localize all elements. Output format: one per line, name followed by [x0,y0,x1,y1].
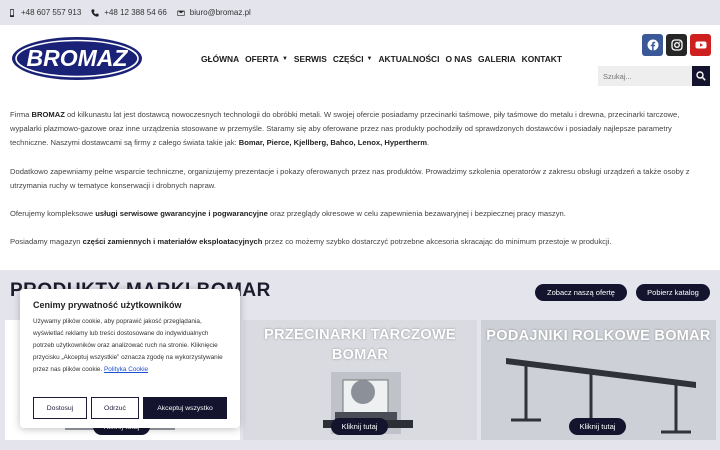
parts-highlight: części zamiennych i materiałów eksploata… [82,237,263,247]
cookie-title: Cenimy prywatność użytkowników [33,300,182,310]
contact-email[interactable]: biuro@bromaz.pl [177,8,251,17]
chevron-down-icon: ▼ [281,56,288,62]
nav-item-aktualnosci[interactable]: AKTUALNOŚCI [378,54,439,64]
search-input[interactable] [598,66,692,86]
product-card-3[interactable]: PODAJNIKI ROLKOWE BOMAR Kliknij tutaj [481,320,716,440]
nav-label: OFERTA [245,54,279,64]
phone-icon [91,8,99,17]
reject-button[interactable]: Odrzuć [91,397,139,419]
cookie-consent-dialog: Cenimy prywatność użytkowników Używamy p… [20,289,240,428]
intro-text: Firma BROMAZ od kilkunastu lat jest dost… [10,108,710,263]
nav-item-o-nas[interactable]: O NAS [445,54,472,64]
youtube-icon [695,41,706,49]
top-contact-bar: +48 607 557 913 +48 12 388 54 66 biuro@b… [0,0,720,25]
supplier-brands: Bomar, Pierce, Kjellberg, Bahco, Lenox, … [238,138,427,148]
chevron-down-icon: ▼ [366,56,373,62]
search-icon [696,71,706,81]
facebook-button[interactable] [642,34,663,56]
intro-paragraph-3: Oferujemy kompleksowe usługi serwisowe g… [10,207,710,221]
text-span: Posiadamy magazyn [10,237,83,247]
cookie-text: Używamy plików cookie, aby poprawić jako… [33,318,223,373]
contact-phone-1[interactable]: +48 607 557 913 [8,8,81,17]
service-highlight: usługi serwisowe gwarancyjne i pogwaranc… [95,209,268,219]
search-button[interactable] [692,66,710,86]
contact-phone-2[interactable]: +48 12 388 54 66 [91,8,167,17]
nav-item-galeria[interactable]: GALERIA [478,54,516,64]
customize-button[interactable]: Dostosuj [33,397,87,419]
youtube-button[interactable] [690,34,711,56]
nav-label: SERWIS [293,54,327,64]
nav-item-oferta[interactable]: OFERTA ▼ [245,54,288,64]
cookie-buttons: Dostosuj Odrzuć Akceptuj wszystko [33,397,231,419]
text-span: przez co możemy szybko dostarczyć potrze… [262,237,612,247]
nav-label: CZĘŚCI [332,54,364,64]
product-card-2[interactable]: PRZECINARKI TARCZOWE BOMAR Kliknij tutaj [243,320,477,440]
nav-item-serwis[interactable]: SERWIS [294,54,327,64]
see-offer-button[interactable]: Zobacz naszą ofertę [535,284,627,301]
instagram-button[interactable] [666,34,687,56]
card-2-button[interactable]: Kliknij tutaj [331,418,388,435]
nav-item-kontakt[interactable]: KONTAKT [522,54,562,64]
logo-text: BROMAZ [27,45,129,71]
facebook-icon [647,39,658,51]
text-span: oraz przeglądy okresowe w celu zapewnien… [267,209,566,219]
nav-label: GALERIA [477,54,516,64]
nav-label: KONTAKT [521,54,562,64]
text-span: Oferujemy kompleksowe [10,209,96,219]
intro-paragraph-4: Posiadamy magazyn części zamiennych i ma… [10,235,710,249]
cookie-description: Używamy plików cookie, aby poprawić jako… [33,316,227,376]
card-3-button[interactable]: Kliknij tutaj [569,418,626,435]
instagram-icon [670,39,683,51]
text-span: Firma [10,110,32,119]
phone-1-text: +48 607 557 913 [21,8,82,17]
bromaz-logo[interactable]: BROMAZ [10,35,144,82]
card-2-title: PRZECINARKI TARCZOWE BOMAR [264,327,456,363]
nav-label: GŁÓWNA [201,54,240,64]
social-links [642,34,711,56]
download-catalog-button[interactable]: Pobierz katalog [636,284,710,301]
text-span: . [426,138,430,148]
main-nav: GŁÓWNA OFERTA ▼ SERWIS CZĘŚCI ▼ AKTUALNOŚC… [201,54,568,64]
card-3-title: PODAJNIKI ROLKOWE BOMAR [486,328,711,344]
accept-all-button[interactable]: Akceptuj wszystko [143,397,227,419]
nav-label: O NAS [445,54,472,64]
nav-item-glowna[interactable]: GŁÓWNA [201,54,239,64]
mobile-phone-icon [10,8,14,17]
phone-2-text: +48 12 388 54 66 [104,8,167,17]
envelope-icon [177,10,185,16]
email-text: biuro@bromaz.pl [189,8,251,17]
intro-paragraph-2: Dodatkowo zapewniamy pełne wsparcie tech… [10,166,690,190]
intro-paragraph-1: Firma BROMAZ od kilkunastu lat jest dost… [10,108,710,151]
logo-graphic: BROMAZ [12,37,142,80]
cookie-policy-link[interactable]: Polityka Cookie [104,366,148,373]
search-form [598,66,710,86]
brand-name: BROMAZ [31,110,65,119]
nav-item-czesci[interactable]: CZĘŚCI ▼ [333,54,373,64]
nav-label: AKTUALNOŚCI [378,54,440,64]
